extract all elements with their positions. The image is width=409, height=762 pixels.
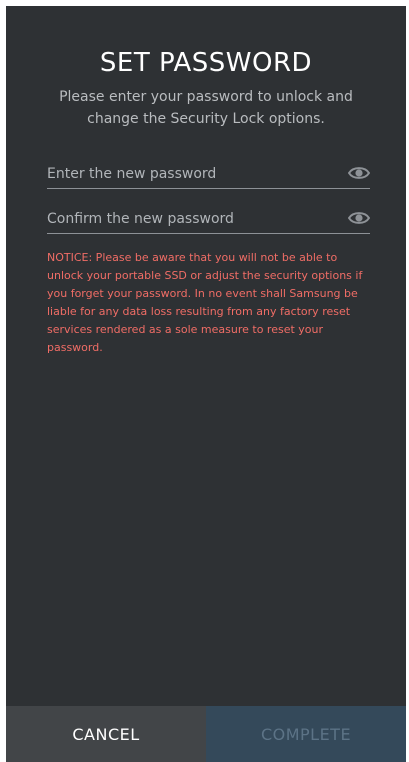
set-password-screen: SET PASSWORD Please enter your password … xyxy=(6,6,406,762)
page-subtitle: Please enter your password to unlock and… xyxy=(59,89,353,127)
eye-icon[interactable] xyxy=(348,209,370,227)
new-password-input[interactable] xyxy=(47,162,337,186)
cancel-button[interactable]: CANCEL xyxy=(6,706,206,762)
new-password-field xyxy=(47,162,370,189)
footer-bar: CANCEL COMPLETE xyxy=(6,706,406,762)
confirm-password-field xyxy=(47,207,370,234)
confirm-password-input[interactable] xyxy=(47,207,337,231)
page-title: SET PASSWORD xyxy=(99,48,313,78)
eye-icon[interactable] xyxy=(348,164,370,182)
notice-text: NOTICE: Please be aware that you will no… xyxy=(47,251,363,354)
complete-button[interactable]: COMPLETE xyxy=(206,706,406,762)
